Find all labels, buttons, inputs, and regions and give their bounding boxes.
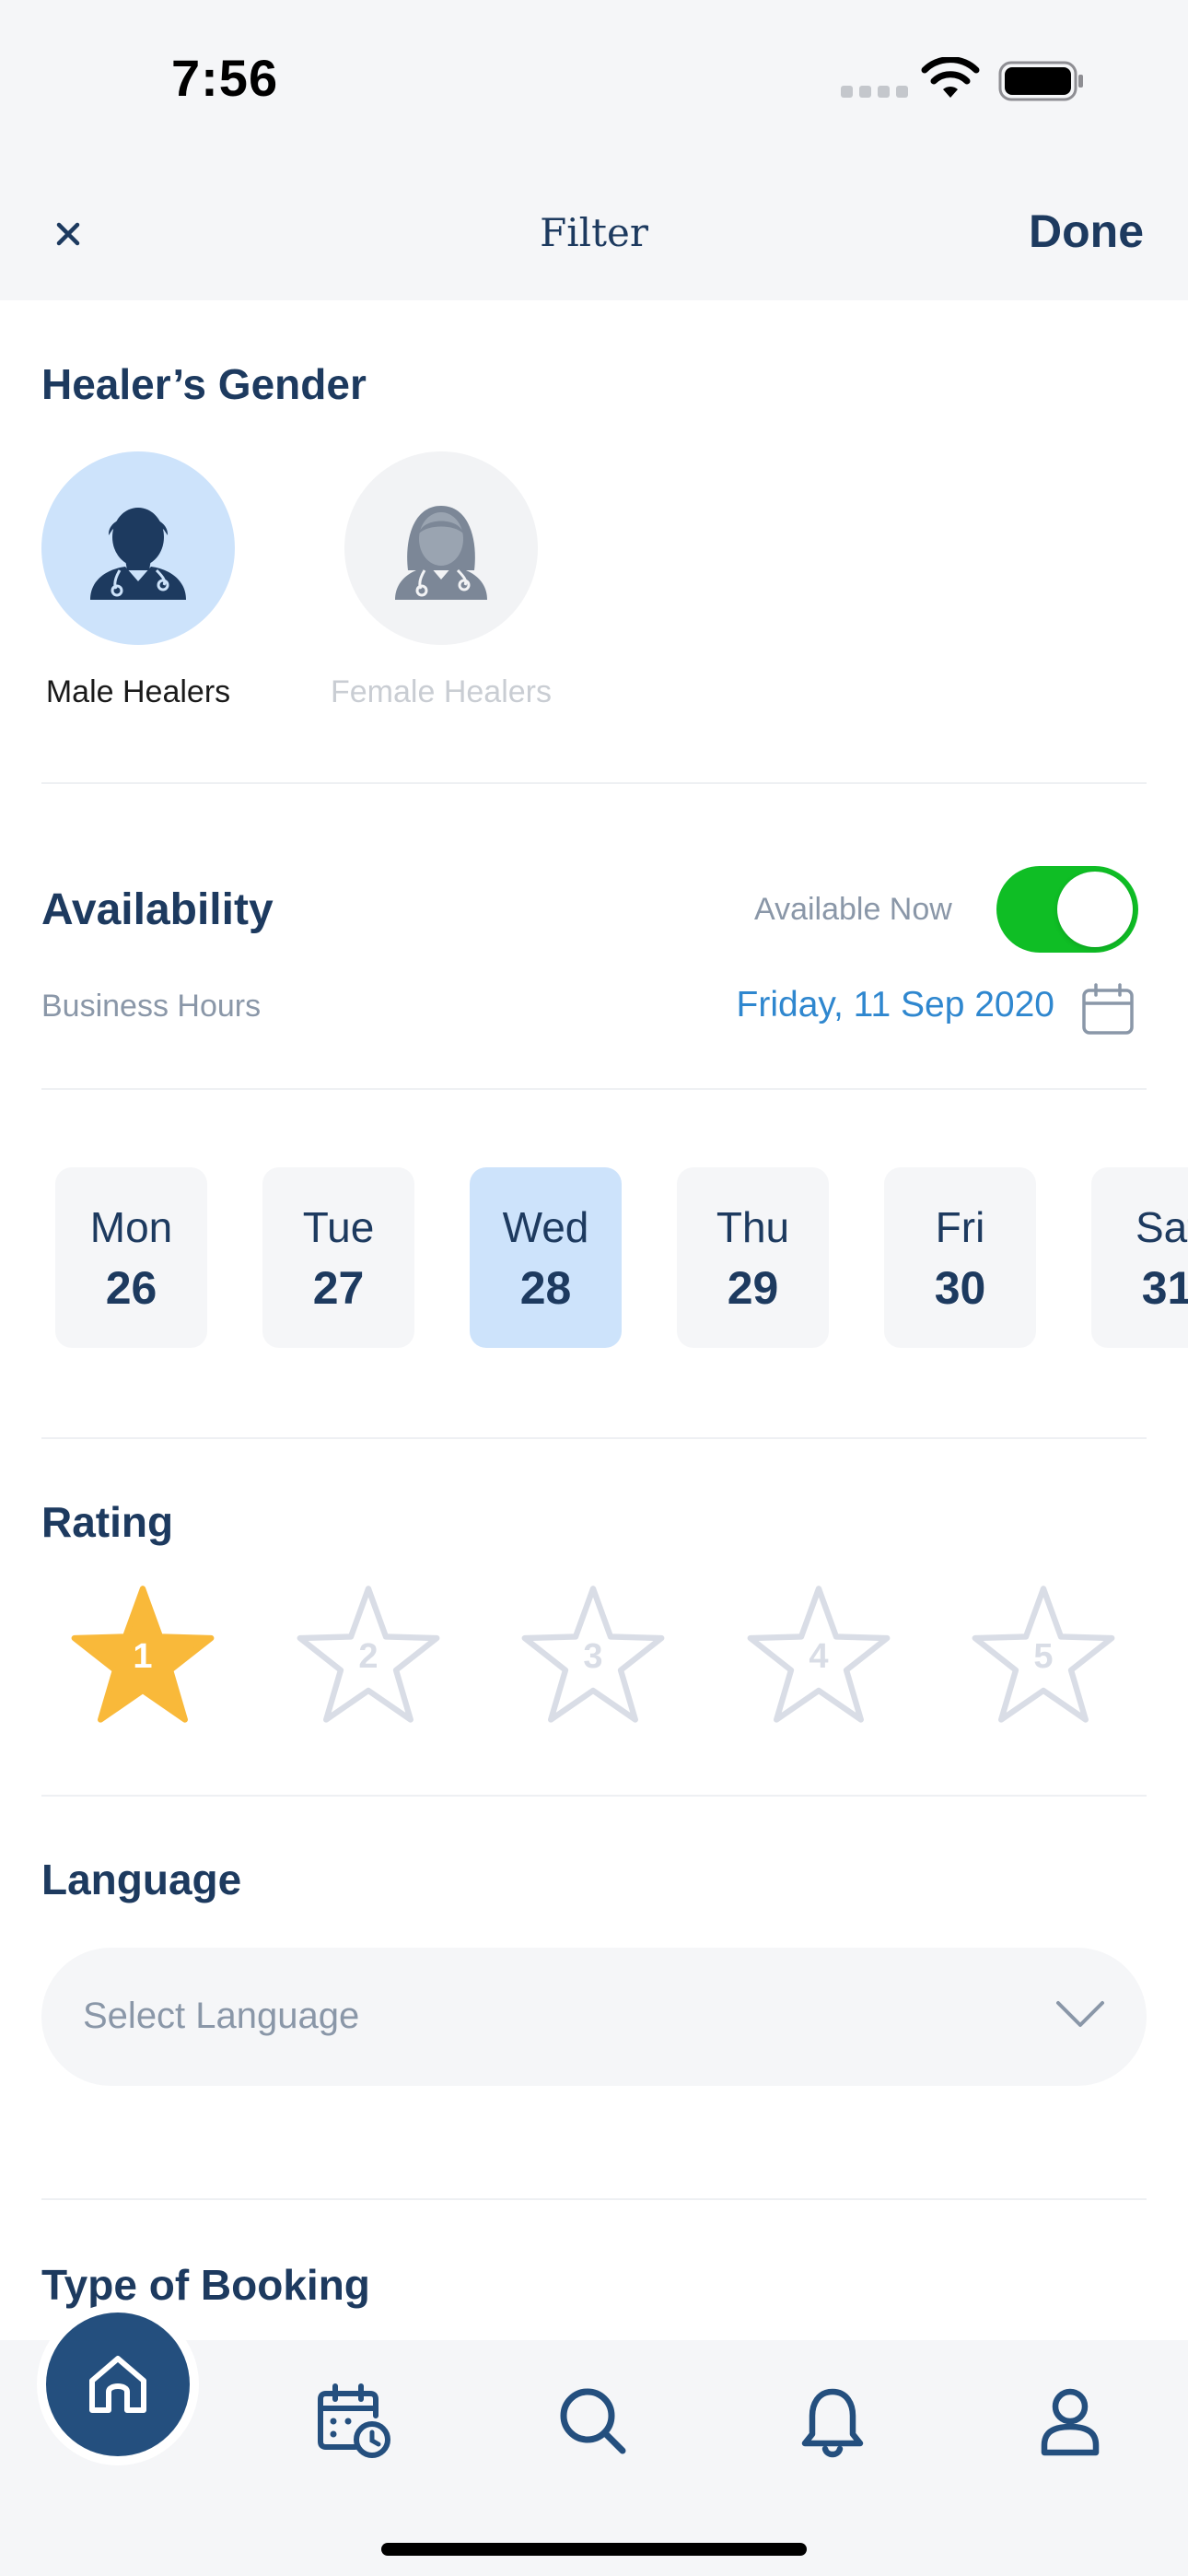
battery-icon <box>998 61 1083 101</box>
day-name: Wed <box>502 1203 589 1251</box>
divider <box>41 1088 1147 1090</box>
search-icon <box>560 2388 626 2454</box>
female-healer-avatar <box>344 451 538 645</box>
home-icon <box>89 2356 146 2413</box>
appointments-tab[interactable] <box>315 2383 392 2460</box>
home-indicator <box>381 2543 807 2556</box>
user-icon <box>1041 2388 1100 2456</box>
rating-star-4[interactable]: 4 <box>746 1583 891 1728</box>
gender-option-male[interactable]: Male Healers <box>0 451 276 710</box>
day-number: 31 <box>1141 1262 1188 1314</box>
language-section-title: Language <box>41 1856 242 1903</box>
profile-tab[interactable] <box>1031 2383 1109 2460</box>
divider <box>41 2198 1147 2200</box>
male-healer-avatar <box>41 451 235 645</box>
page-title: Filter <box>540 210 648 255</box>
language-select[interactable]: Select Language <box>41 1948 1147 2086</box>
notifications-tab[interactable] <box>794 2383 871 2460</box>
star-number: 4 <box>809 1637 829 1676</box>
business-hours-label: Business Hours <box>41 989 262 1024</box>
status-time: 7:56 <box>171 49 279 107</box>
navbar: Filter Done <box>0 175 1188 300</box>
home-button-wrap <box>37 2303 199 2465</box>
gender-option-female[interactable]: Female Healers <box>303 451 579 710</box>
calendar-clock-icon <box>318 2383 390 2458</box>
day-item-mon[interactable]: Mon 26 <box>55 1167 207 1348</box>
day-number: 27 <box>312 1262 365 1314</box>
day-number: 29 <box>727 1262 779 1314</box>
day-number: 30 <box>934 1262 986 1314</box>
home-tab[interactable] <box>46 2313 190 2456</box>
day-name: Sat <box>1135 1203 1188 1251</box>
female-doctor-icon <box>395 506 487 600</box>
day-item-sat[interactable]: Sat 31 <box>1091 1167 1188 1348</box>
female-healers-label: Female Healers <box>331 674 552 709</box>
rating-star-1[interactable]: 1 <box>70 1583 215 1728</box>
calendar-icon[interactable] <box>1079 981 1136 1038</box>
rating-star-3[interactable]: 3 <box>520 1583 666 1728</box>
gender-section-title: Healer’s Gender <box>41 360 367 408</box>
search-tab[interactable] <box>554 2383 632 2460</box>
selected-date[interactable]: Friday, 11 Sep 2020 <box>737 985 1054 1025</box>
day-number: 28 <box>519 1262 572 1314</box>
day-picker: Mon 26 Tue 27 Wed 28 Thu 29 Fri 30 Sat 3… <box>0 1167 1188 1348</box>
booking-section-title: Type of Booking <box>41 2261 370 2309</box>
available-now-label: Available Now <box>754 892 952 927</box>
tab-bar <box>0 2303 1188 2576</box>
day-name: Fri <box>935 1203 985 1251</box>
day-item-wed[interactable]: Wed 28 <box>470 1167 622 1348</box>
done-button[interactable]: Done <box>1029 205 1144 258</box>
bell-icon <box>801 2388 864 2458</box>
day-name: Thu <box>716 1203 790 1251</box>
male-healers-label: Male Healers <box>45 674 231 709</box>
language-placeholder: Select Language <box>83 1996 360 2036</box>
male-doctor-icon <box>90 508 186 600</box>
divider <box>41 1437 1147 1439</box>
toggle-knob <box>1057 872 1133 947</box>
cellular-signal-icon <box>841 86 908 98</box>
rating-section-title: Rating <box>41 1498 174 1546</box>
star-number: 1 <box>133 1637 153 1676</box>
available-now-toggle[interactable] <box>996 866 1138 953</box>
day-name: Mon <box>89 1203 173 1251</box>
day-name: Tue <box>302 1203 375 1251</box>
day-item-tue[interactable]: Tue 27 <box>262 1167 414 1348</box>
divider <box>41 782 1147 784</box>
wifi-icon <box>921 57 980 98</box>
availability-section-title: Availability <box>41 885 274 934</box>
chevron-down-icon <box>1056 2001 1104 2027</box>
star-number: 5 <box>1033 1637 1054 1676</box>
rating-star-2[interactable]: 2 <box>296 1583 441 1728</box>
rating-star-5[interactable]: 5 <box>971 1583 1116 1728</box>
divider <box>41 1795 1147 1797</box>
star-number: 3 <box>583 1637 603 1676</box>
day-item-fri[interactable]: Fri 30 <box>884 1167 1036 1348</box>
status-bar: 7:56 <box>0 0 1188 175</box>
day-number: 26 <box>105 1262 157 1314</box>
star-number: 2 <box>358 1637 379 1676</box>
day-item-thu[interactable]: Thu 29 <box>677 1167 829 1348</box>
